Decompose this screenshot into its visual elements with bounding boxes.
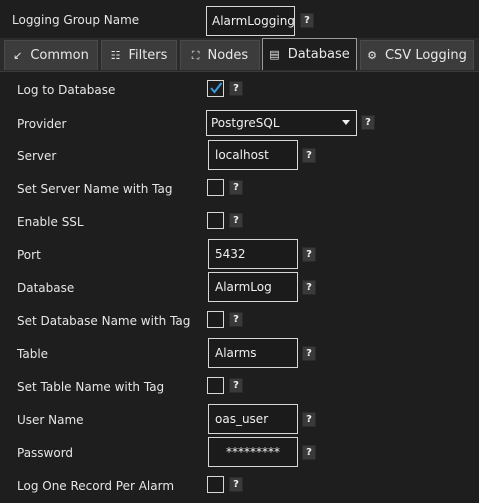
help-icon[interactable]: ? [229,213,243,228]
help-icon[interactable]: ? [300,13,314,28]
help-icon[interactable]: ? [302,346,316,361]
user-name-label: User Name [17,413,84,427]
log-to-database-checkbox[interactable] [207,80,224,97]
help-icon[interactable]: ? [229,180,243,195]
help-icon[interactable]: ? [229,81,243,96]
one-record-label: Log One Record Per Alarm [17,479,175,493]
help-icon[interactable]: ? [302,412,316,427]
table-tag-label: Set Table Name with Tag [17,380,165,394]
provider-label: Provider [17,117,67,131]
port-label: Port [17,248,41,262]
password-label: Password [17,446,74,460]
help-icon[interactable]: ? [302,247,316,262]
table-label: Table [17,347,49,361]
one-record-checkbox[interactable] [207,476,224,493]
table-input[interactable]: Alarms [208,338,298,368]
arrow-icon: ↙ [13,49,23,62]
tab-nodes[interactable]: ⛶ Nodes [180,40,260,70]
gear-icon: ⚙ [367,49,377,62]
database-icon: ▤ [269,48,280,61]
port-input[interactable]: 5432 [208,239,298,269]
help-icon[interactable]: ? [229,477,243,492]
help-icon[interactable]: ? [302,445,316,460]
help-icon[interactable]: ? [302,148,316,163]
tab-nodes-label: Nodes [207,48,249,63]
help-icon[interactable]: ? [229,378,243,393]
database-label: Database [17,281,75,295]
server-label: Server [17,149,57,163]
provider-select[interactable]: PostgreSQL [206,110,357,136]
password-input[interactable]: ********* [208,437,298,467]
tab-common[interactable]: ↙ Common [4,40,98,70]
help-icon[interactable]: ? [302,280,316,295]
nodes-icon: ⛶ [191,48,200,62]
provider-value: PostgreSQL [211,116,280,130]
tab-common-label: Common [30,48,89,63]
server-input[interactable]: localhost [208,140,298,170]
tab-database-label: Database [287,47,350,62]
log-to-database-label: Log to Database [17,83,116,97]
logging-group-name-input[interactable]: AlarmLogging [206,6,295,36]
enable-ssl-checkbox[interactable] [207,212,224,229]
tab-filters-label: Filters [128,48,168,63]
table-tag-checkbox[interactable] [207,377,224,394]
database-tag-checkbox[interactable] [207,311,224,328]
help-icon[interactable]: ? [229,312,243,327]
chevron-down-icon [342,120,350,125]
list-icon: ☷ [110,49,121,62]
database-tag-label: Set Database Name with Tag [17,314,191,328]
tab-csv-logging-label: CSV Logging [384,48,467,63]
enable-ssl-label: Enable SSL [17,215,84,229]
logging-group-name-label: Logging Group Name [12,13,140,27]
tab-csv-logging[interactable]: ⚙ CSV Logging [360,40,474,70]
checkmark-icon [210,82,223,94]
user-name-input[interactable]: oas_user [208,404,298,434]
server-tag-label: Set Server Name with Tag [17,182,173,196]
database-input[interactable]: AlarmLog [208,272,298,302]
help-icon[interactable]: ? [361,115,375,130]
tab-database[interactable]: ▤ Database [262,38,357,70]
tab-filters[interactable]: ☷ Filters [101,40,177,70]
server-tag-checkbox[interactable] [207,179,224,196]
